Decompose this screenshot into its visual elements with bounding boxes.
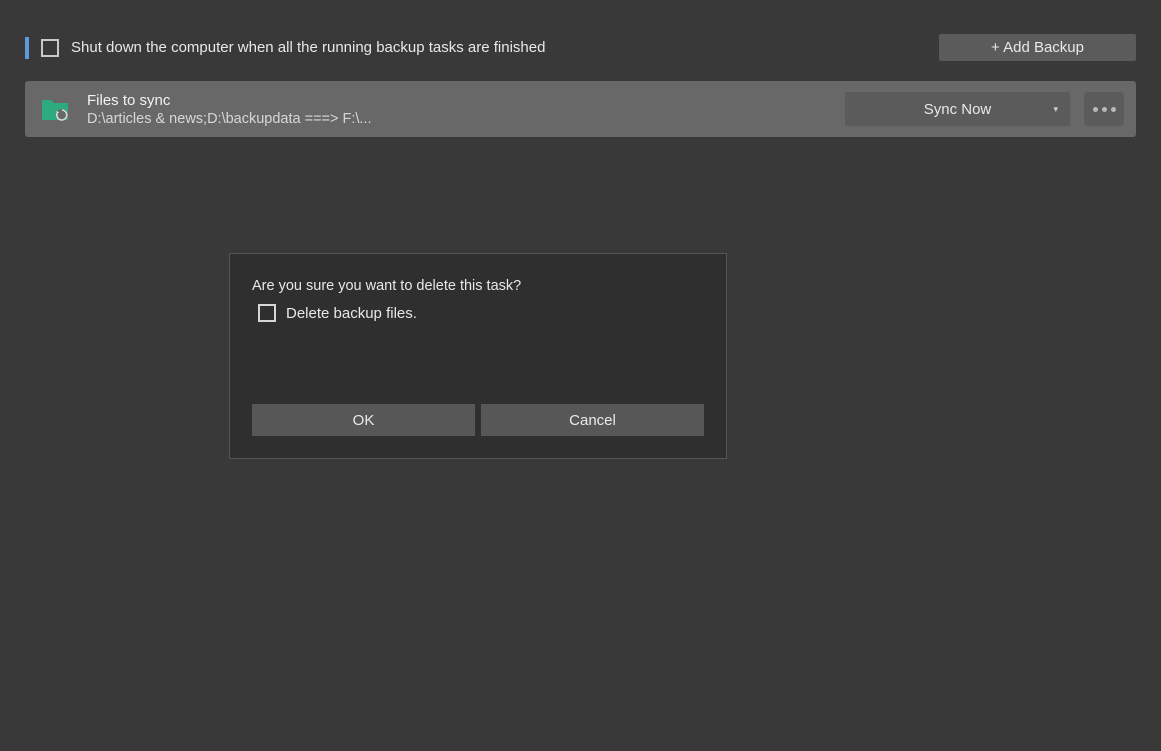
add-backup-button[interactable]: + Add Backup (939, 34, 1136, 61)
sync-now-label: Sync Now (924, 101, 992, 118)
task-info: Files to sync D:\articles & news;D:\back… (87, 92, 831, 127)
shutdown-label: Shut down the computer when all the runn… (71, 39, 927, 56)
sync-now-dropdown[interactable]: Sync Now ▾ (845, 92, 1070, 126)
ok-button[interactable]: OK (252, 404, 475, 436)
sync-folder-icon (37, 91, 73, 127)
task-title: Files to sync (87, 92, 831, 109)
delete-files-label: Delete backup files. (286, 305, 417, 322)
active-indicator (25, 37, 29, 59)
backup-task-row[interactable]: Files to sync D:\articles & news;D:\back… (25, 81, 1136, 137)
dot-icon (1093, 107, 1098, 112)
dot-icon (1102, 107, 1107, 112)
dialog-message: Are you sure you want to delete this tas… (252, 278, 704, 294)
dialog-button-row: OK Cancel (252, 404, 704, 436)
more-options-button[interactable] (1084, 92, 1124, 126)
dot-icon (1111, 107, 1116, 112)
cancel-button[interactable]: Cancel (481, 404, 704, 436)
top-bar: Shut down the computer when all the runn… (0, 0, 1161, 61)
confirm-delete-dialog: Are you sure you want to delete this tas… (229, 253, 727, 459)
task-path: D:\articles & news;D:\backupdata ===> F:… (87, 111, 831, 127)
delete-files-checkbox[interactable] (258, 304, 276, 322)
chevron-down-icon: ▾ (1053, 104, 1058, 115)
delete-files-row: Delete backup files. (258, 304, 704, 322)
shutdown-checkbox[interactable] (41, 39, 59, 57)
